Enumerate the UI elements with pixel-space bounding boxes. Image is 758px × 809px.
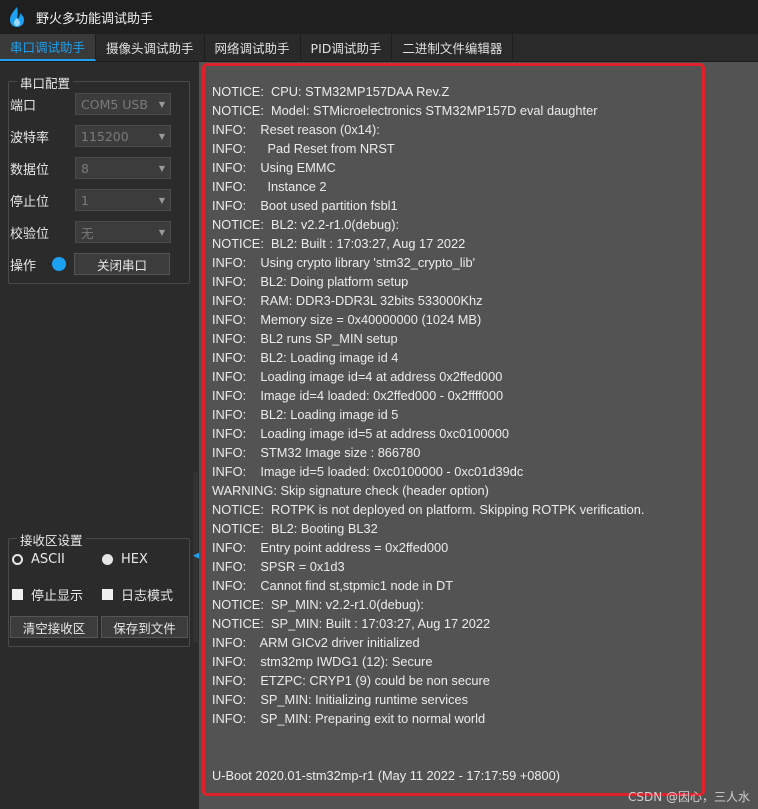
chevron-down-icon: ▼ bbox=[158, 195, 165, 205]
databits-select[interactable]: 8 ▼ bbox=[75, 157, 171, 179]
port-status-indicator bbox=[52, 257, 66, 271]
app-title: 野火多功能调试助手 bbox=[36, 11, 154, 27]
stopbits-row: 停止位 1 ▼ bbox=[10, 188, 171, 212]
port-value: COM5 USB bbox=[81, 96, 148, 112]
databits-row: 数据位 8 ▼ bbox=[10, 156, 171, 180]
highlight-box bbox=[202, 63, 705, 796]
tab-network[interactable]: 网络调试助手 bbox=[204, 34, 301, 61]
tab-serial[interactable]: 串口调试助手 bbox=[0, 34, 97, 61]
serial-config-title: 串口配置 bbox=[17, 73, 74, 92]
operate-row: 操作 关闭串口 bbox=[10, 252, 170, 276]
parity-label: 校验位 bbox=[10, 226, 50, 242]
baud-label: 波特率 bbox=[10, 130, 50, 146]
hex-radio[interactable] bbox=[102, 554, 113, 565]
chevron-down-icon: ▼ bbox=[158, 99, 165, 109]
operate-label: 操作 bbox=[10, 258, 37, 274]
stop-display-label: 停止显示 bbox=[31, 589, 84, 604]
stop-display-option[interactable]: 停止显示 bbox=[12, 585, 83, 604]
stopbits-label: 停止位 bbox=[10, 194, 50, 210]
port-label: 端口 bbox=[10, 98, 37, 114]
parity-select[interactable]: 无 ▼ bbox=[75, 221, 171, 243]
save-to-file-button[interactable]: 保存到文件 bbox=[101, 616, 188, 638]
hex-label: HEX bbox=[121, 552, 148, 567]
parity-row: 校验位 无 ▼ bbox=[10, 220, 171, 244]
databits-label: 数据位 bbox=[10, 162, 50, 178]
log-mode-checkbox[interactable] bbox=[102, 589, 113, 600]
parity-value: 无 bbox=[81, 225, 94, 241]
chevron-down-icon: ▼ bbox=[158, 163, 165, 173]
tab-bar: 串口调试助手 摄像头调试助手 网络调试助手 PID调试助手 二进制文件编辑器 bbox=[0, 34, 758, 62]
baud-row: 波特率 115200 ▼ bbox=[10, 124, 171, 148]
port-row: 端口 COM5 USB ▼ bbox=[10, 92, 171, 116]
log-mode-label: 日志模式 bbox=[121, 589, 174, 604]
close-port-button[interactable]: 关闭串口 bbox=[74, 253, 170, 275]
databits-value: 8 bbox=[81, 160, 89, 176]
chevron-down-icon: ▼ bbox=[158, 131, 165, 141]
tab-pid[interactable]: PID调试助手 bbox=[300, 34, 393, 61]
title-bar: 野火多功能调试助手 bbox=[0, 0, 758, 34]
stopbits-value: 1 bbox=[81, 192, 89, 208]
clear-receive-button[interactable]: 清空接收区 bbox=[10, 616, 98, 638]
baud-value: 115200 bbox=[81, 128, 129, 144]
hex-option[interactable]: HEX bbox=[102, 552, 148, 567]
stop-display-checkbox[interactable] bbox=[12, 589, 23, 600]
flame-logo-icon bbox=[0, 0, 34, 34]
stopbits-select[interactable]: 1 ▼ bbox=[75, 189, 171, 211]
log-mode-option[interactable]: 日志模式 bbox=[102, 585, 173, 604]
ascii-radio[interactable] bbox=[12, 554, 23, 565]
baud-select[interactable]: 115200 ▼ bbox=[75, 125, 171, 147]
ascii-label: ASCII bbox=[31, 552, 65, 567]
chevron-down-icon: ▼ bbox=[158, 227, 165, 237]
ascii-option[interactable]: ASCII bbox=[12, 552, 65, 567]
tab-binary-editor[interactable]: 二进制文件编辑器 bbox=[392, 34, 514, 61]
port-select[interactable]: COM5 USB ▼ bbox=[75, 93, 171, 115]
tab-camera[interactable]: 摄像头调试助手 bbox=[96, 34, 205, 61]
watermark: CSDN @因心，三人水 bbox=[627, 790, 750, 804]
receive-config-title: 接收区设置 bbox=[17, 530, 86, 549]
